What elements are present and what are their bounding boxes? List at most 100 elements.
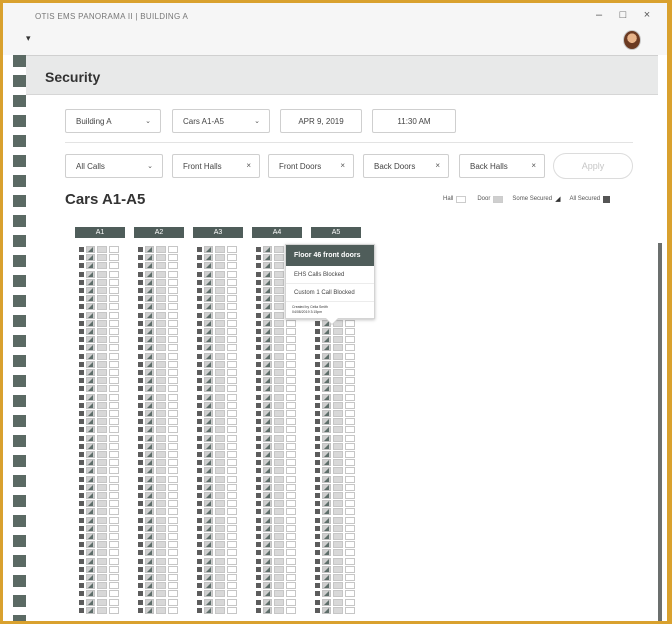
- front-door-cell[interactable]: [322, 525, 331, 532]
- floor-row[interactable]: [79, 599, 139, 606]
- floor-row[interactable]: [315, 459, 375, 466]
- back-door-cell[interactable]: [215, 467, 225, 474]
- front-hall-cell[interactable]: [315, 600, 320, 605]
- front-hall-cell[interactable]: [138, 542, 143, 547]
- floor-row[interactable]: [138, 500, 198, 507]
- back-door-cell[interactable]: [97, 271, 107, 278]
- floor-row[interactable]: [138, 443, 198, 450]
- back-hall-cell[interactable]: [227, 443, 237, 450]
- floor-row[interactable]: [315, 467, 375, 474]
- back-hall-cell[interactable]: [286, 361, 296, 368]
- front-door-cell[interactable]: [322, 410, 331, 417]
- back-hall-cell[interactable]: [109, 279, 119, 286]
- floor-row[interactable]: [79, 410, 139, 417]
- back-hall-cell[interactable]: [345, 558, 355, 565]
- front-hall-cell[interactable]: [138, 337, 143, 342]
- front-hall-cell[interactable]: [256, 362, 261, 367]
- back-door-cell[interactable]: [215, 476, 225, 483]
- front-hall-cell[interactable]: [256, 444, 261, 449]
- back-hall-cell[interactable]: [168, 394, 178, 401]
- front-door-cell[interactable]: [145, 246, 154, 253]
- back-hall-cell[interactable]: [109, 320, 119, 327]
- back-hall-cell[interactable]: [109, 508, 119, 515]
- floor-row[interactable]: [197, 574, 257, 581]
- floor-row[interactable]: [256, 549, 316, 556]
- front-door-cell[interactable]: [145, 508, 154, 515]
- front-hall-cell[interactable]: [138, 509, 143, 514]
- floor-row[interactable]: [256, 426, 316, 433]
- front-door-cell[interactable]: [204, 361, 213, 368]
- back-door-cell[interactable]: [156, 566, 166, 573]
- front-door-cell[interactable]: [86, 541, 95, 548]
- back-door-cell[interactable]: [156, 402, 166, 409]
- front-door-cell[interactable]: [145, 336, 154, 343]
- front-hall-cell[interactable]: [315, 403, 320, 408]
- front-door-cell[interactable]: [204, 287, 213, 294]
- front-hall-cell[interactable]: [197, 411, 202, 416]
- front-door-cell[interactable]: [86, 435, 95, 442]
- front-hall-cell[interactable]: [79, 550, 84, 555]
- front-hall-cell[interactable]: [79, 468, 84, 473]
- floor-row[interactable]: [197, 607, 257, 614]
- floor-row[interactable]: [79, 418, 139, 425]
- floor-row[interactable]: [315, 558, 375, 565]
- floor-row[interactable]: [197, 353, 257, 360]
- floor-row[interactable]: [256, 607, 316, 614]
- front-hall-cell[interactable]: [79, 452, 84, 457]
- back-hall-cell[interactable]: [227, 459, 237, 466]
- floor-row[interactable]: [315, 517, 375, 524]
- front-door-cell[interactable]: [263, 533, 272, 540]
- back-door-cell[interactable]: [215, 353, 225, 360]
- floor-row[interactable]: [138, 558, 198, 565]
- front-hall-cell[interactable]: [79, 370, 84, 375]
- floor-row[interactable]: [197, 525, 257, 532]
- back-door-cell[interactable]: [97, 246, 107, 253]
- front-hall-cell[interactable]: [256, 288, 261, 293]
- front-hall-cell[interactable]: [138, 591, 143, 596]
- floor-row[interactable]: [138, 336, 198, 343]
- front-door-cell[interactable]: [204, 344, 213, 351]
- front-hall-cell[interactable]: [138, 263, 143, 268]
- back-door-cell[interactable]: [97, 361, 107, 368]
- back-door-cell[interactable]: [333, 566, 343, 573]
- back-hall-cell[interactable]: [168, 361, 178, 368]
- front-hall-cell[interactable]: [197, 427, 202, 432]
- front-door-cell[interactable]: [145, 467, 154, 474]
- front-door-cell[interactable]: [86, 328, 95, 335]
- back-hall-cell[interactable]: [168, 492, 178, 499]
- back-door-cell[interactable]: [274, 517, 284, 524]
- floor-row[interactable]: [315, 385, 375, 392]
- front-hall-cell[interactable]: [256, 542, 261, 547]
- back-door-cell[interactable]: [215, 525, 225, 532]
- back-door-cell[interactable]: [97, 435, 107, 442]
- time-field[interactable]: 11:30 AM: [372, 109, 456, 133]
- front-door-cell[interactable]: [145, 599, 154, 606]
- front-door-cell[interactable]: [263, 435, 272, 442]
- floor-row[interactable]: [79, 303, 139, 310]
- back-door-cell[interactable]: [274, 328, 284, 335]
- front-door-cell[interactable]: [204, 336, 213, 343]
- back-hall-cell[interactable]: [227, 410, 237, 417]
- floor-row[interactable]: [315, 435, 375, 442]
- back-hall-cell[interactable]: [168, 451, 178, 458]
- back-hall-cell[interactable]: [286, 582, 296, 589]
- front-hall-cell[interactable]: [315, 477, 320, 482]
- back-door-cell[interactable]: [156, 476, 166, 483]
- front-door-cell[interactable]: [204, 410, 213, 417]
- floor-row[interactable]: [79, 320, 139, 327]
- back-hall-cell[interactable]: [109, 295, 119, 302]
- floor-row[interactable]: [197, 558, 257, 565]
- floor-row[interactable]: [79, 295, 139, 302]
- front-door-cell[interactable]: [322, 492, 331, 499]
- front-hall-cell[interactable]: [138, 452, 143, 457]
- back-door-cell[interactable]: [274, 525, 284, 532]
- back-door-cell[interactable]: [274, 385, 284, 392]
- back-door-cell[interactable]: [97, 517, 107, 524]
- floor-row[interactable]: [138, 525, 198, 532]
- back-hall-cell[interactable]: [168, 533, 178, 540]
- front-door-cell[interactable]: [263, 426, 272, 433]
- front-hall-cell[interactable]: [79, 247, 84, 252]
- back-door-cell[interactable]: [333, 500, 343, 507]
- back-door-cell[interactable]: [215, 541, 225, 548]
- back-hall-cell[interactable]: [227, 549, 237, 556]
